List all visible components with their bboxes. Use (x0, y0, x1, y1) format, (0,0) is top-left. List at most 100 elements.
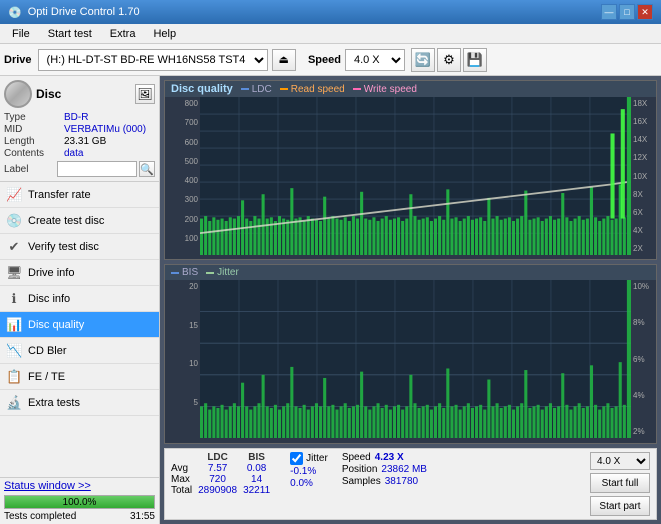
disc-label-btn[interactable]: 🔍 (139, 161, 155, 177)
progress-text: 100.0% (5, 496, 154, 508)
disc-length-label: Length (4, 136, 64, 147)
disc-label-row: Label 🔍 (4, 161, 155, 177)
chart2-header: BIS Jitter (165, 265, 656, 280)
chart1-body: 800 700 600 500 400 300 200 100 (165, 97, 656, 255)
samples-value: 381780 (385, 476, 418, 487)
ldc-header: LDC (198, 452, 243, 463)
chart-panel-1: Disc quality LDC Read speed Write speed … (164, 80, 657, 260)
disc-length-value: 23.31 GB (64, 136, 106, 147)
bis-legend-dot (171, 272, 179, 274)
disc-contents-label: Contents (4, 148, 64, 159)
jitter-legend-label: Jitter (217, 267, 239, 278)
sidebar-item-transfer-rate[interactable]: 📈 Transfer rate (0, 182, 159, 208)
disc-info-label: Disc info (28, 293, 70, 305)
progress-container: 100.0% (4, 495, 155, 509)
speed-label: Speed (308, 54, 341, 66)
start-full-button[interactable]: Start full (590, 473, 650, 493)
maximize-button[interactable]: □ (619, 4, 635, 20)
app-icon: 💿 (8, 6, 22, 19)
disc-type-row: Type BD-R (4, 112, 155, 123)
jitter-checkbox[interactable] (290, 452, 303, 465)
disc-mid-value: VERBATIMu (000) (64, 124, 146, 135)
sidebar: Disc 🖼 Type BD-R MID VERBATIMu (000) Len… (0, 76, 160, 524)
total-label: Total (171, 485, 198, 496)
start-part-button[interactable]: Start part (590, 496, 650, 516)
position-value: 23862 MB (381, 464, 427, 475)
menu-file[interactable]: File (4, 26, 38, 42)
sidebar-item-extra-tests[interactable]: 🔬 Extra tests (0, 390, 159, 416)
toolbar: Drive (H:) HL-DT-ST BD-RE WH16NS58 TST4 … (0, 44, 661, 76)
menu-help[interactable]: Help (145, 26, 184, 42)
eject-button[interactable]: ⏏ (272, 49, 296, 71)
sidebar-item-fe-te[interactable]: 📋 FE / TE (0, 364, 159, 390)
save-button[interactable]: 💾 (463, 48, 487, 72)
chart-title: Disc quality (171, 83, 233, 95)
ldc-legend-label: LDC (252, 84, 272, 95)
sidebar-item-disc-quality[interactable]: 📊 Disc quality (0, 312, 159, 338)
avg-bis: 0.08 (243, 463, 276, 474)
verify-test-disc-label: Verify test disc (28, 241, 99, 253)
max-label: Max (171, 474, 198, 485)
stats-table: LDC BIS Avg 7.57 0.08 Max 720 14 (171, 452, 282, 496)
disc-image-button[interactable]: 🖼 (135, 84, 155, 104)
ldc-legend-dot (241, 88, 249, 90)
legend-write: Write speed (353, 84, 417, 95)
sidebar-item-verify-test-disc[interactable]: ✔ Verify test disc (0, 234, 159, 260)
disc-type-label: Type (4, 112, 64, 123)
content-area: Disc quality LDC Read speed Write speed … (160, 76, 661, 524)
menu-bar: File Start test Extra Help (0, 24, 661, 44)
minimize-button[interactable]: — (601, 4, 617, 20)
close-button[interactable]: ✕ (637, 4, 653, 20)
menu-extra[interactable]: Extra (102, 26, 144, 42)
legend-ldc: LDC (241, 84, 272, 95)
right-controls: 4.0 X 2.0 X 8.0 X Start full Start part (590, 452, 650, 516)
status-text: Tests completed (4, 511, 76, 522)
jitter-label: Jitter (306, 453, 328, 464)
disc-mid-label: MID (4, 124, 64, 135)
bis-header: BIS (243, 452, 276, 463)
drive-select[interactable]: (H:) HL-DT-ST BD-RE WH16NS58 TST4 (38, 49, 268, 71)
position-label: Position (342, 464, 378, 475)
ctrl-speed-select[interactable]: 4.0 X 2.0 X 8.0 X (590, 452, 650, 470)
menu-start-test[interactable]: Start test (40, 26, 100, 42)
disc-header: Disc 🖼 (4, 80, 155, 108)
chart2-body: 20 15 10 5 (165, 280, 656, 438)
sidebar-item-cd-bler[interactable]: 📉 CD Bler (0, 338, 159, 364)
speed-stat-label: Speed (342, 452, 371, 463)
total-bis: 32211 (243, 485, 276, 496)
legend-read: Read speed (280, 84, 345, 95)
disc-label-input[interactable] (57, 161, 137, 177)
create-test-disc-label: Create test disc (28, 215, 104, 227)
transfer-rate-icon: 📈 (6, 187, 22, 203)
stats-panel: LDC BIS Avg 7.57 0.08 Max 720 14 (164, 448, 657, 520)
create-test-disc-icon: 💿 (6, 213, 22, 229)
chart2-y-left: 20 15 10 5 (165, 280, 200, 438)
bis-legend-label: BIS (182, 267, 198, 278)
disc-type-value: BD-R (64, 112, 88, 123)
sidebar-item-disc-info[interactable]: ℹ Disc info (0, 286, 159, 312)
chart2-y-right: 10% 8% 6% 4% 2% (631, 280, 656, 438)
title-bar: 💿 Opti Drive Control 1.70 — □ ✕ (0, 0, 661, 24)
sidebar-item-drive-info[interactable]: 🖥 Drive info (0, 260, 159, 286)
settings-button[interactable]: ⚙ (437, 48, 461, 72)
disc-panel: Disc 🖼 Type BD-R MID VERBATIMu (000) Len… (0, 76, 159, 182)
drive-info-label: Drive info (28, 267, 74, 279)
verify-test-disc-icon: ✔ (6, 239, 22, 255)
chart2-area: 0.0 2.5 5.0 7.5 10.0 12.5 15.0 17.5 20.0… (200, 280, 631, 438)
jitter-avg: -0.1% (290, 466, 328, 477)
fe-te-icon: 📋 (6, 369, 22, 385)
title-bar-controls: — □ ✕ (601, 4, 653, 20)
nav-items: 📈 Transfer rate 💿 Create test disc ✔ Ver… (0, 182, 159, 477)
total-ldc: 2890908 (198, 485, 243, 496)
refresh-button[interactable]: 🔄 (411, 48, 435, 72)
status-window-button[interactable]: Status window >> (4, 480, 155, 492)
sidebar-item-create-test-disc[interactable]: 💿 Create test disc (0, 208, 159, 234)
extra-tests-label: Extra tests (28, 397, 80, 409)
read-legend-label: Read speed (291, 84, 345, 95)
chart1-area: 0.0 2.5 5.0 7.5 10.0 12.5 15.0 17.5 20.0… (200, 97, 631, 255)
transfer-rate-label: Transfer rate (28, 189, 91, 201)
speed-select[interactable]: 4.0 X 2.0 X 8.0 X (345, 49, 405, 71)
disc-info-icon: ℹ (6, 291, 22, 307)
chart1-header: Disc quality LDC Read speed Write speed (165, 81, 656, 97)
toolbar-icons: 🔄 ⚙ 💾 (411, 48, 487, 72)
